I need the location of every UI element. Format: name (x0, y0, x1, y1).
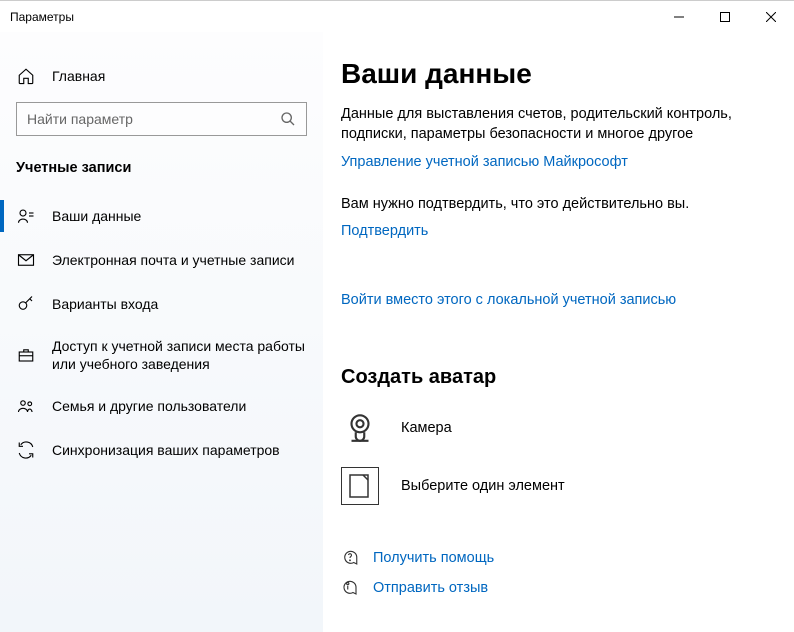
page-description: Данные для выставления счетов, родительс… (341, 104, 762, 145)
search-icon (280, 111, 296, 127)
feedback-icon (341, 579, 359, 597)
nav-label: Варианты входа (52, 295, 158, 313)
close-button[interactable] (748, 1, 794, 33)
nav-label: Синхронизация ваших параметров (52, 441, 280, 459)
nav-email-accounts[interactable]: Электронная почта и учетные записи (0, 238, 323, 282)
sidebar: Главная Учетные записи Ваши данные Элект… (0, 32, 323, 632)
search-box[interactable] (16, 102, 307, 136)
window-title: Параметры (10, 10, 74, 24)
home-nav[interactable]: Главная (0, 56, 323, 96)
browse-label: Выберите один элемент (401, 478, 565, 494)
nav-label: Семья и другие пользователи (52, 397, 246, 415)
minimize-icon (674, 12, 684, 22)
avatar-heading: Создать аватар (341, 366, 762, 389)
nav-signin-options[interactable]: Варианты входа (0, 282, 323, 326)
maximize-button[interactable] (702, 1, 748, 33)
camera-label: Камера (401, 420, 452, 436)
sync-icon (16, 440, 36, 460)
page-heading: Ваши данные (341, 58, 762, 90)
nav-label: Электронная почта и учетные записи (52, 251, 294, 269)
home-label: Главная (52, 68, 105, 84)
main-content: Ваши данные Данные для выставления счето… (323, 32, 794, 632)
manage-account-link[interactable]: Управление учетной записью Майкрософт (341, 154, 628, 170)
verify-text: Вам нужно подтвердить, что это действите… (341, 194, 762, 214)
key-icon (16, 294, 36, 314)
avatar-browse-option[interactable]: Выберите один элемент (341, 467, 762, 505)
help-link[interactable]: Получить помощь (341, 549, 762, 567)
section-header: Учетные записи (0, 148, 323, 188)
nav-sync[interactable]: Синхронизация ваших параметров (0, 428, 323, 472)
nav-work-access[interactable]: Доступ к учетной записи места работы или… (0, 326, 323, 384)
home-icon (16, 66, 36, 86)
verify-link[interactable]: Подтвердить (341, 223, 428, 239)
window-controls (656, 1, 794, 33)
titlebar: Параметры (0, 0, 794, 32)
nav-label: Доступ к учетной записи места работы или… (52, 337, 307, 373)
close-icon (766, 12, 776, 22)
user-icon (16, 206, 36, 226)
mail-icon (16, 250, 36, 270)
browse-icon (341, 467, 379, 505)
avatar-camera-option[interactable]: Камера (341, 409, 762, 447)
briefcase-icon (16, 345, 36, 365)
nav-your-info[interactable]: Ваши данные (0, 194, 323, 238)
feedback-link[interactable]: Отправить отзыв (341, 579, 762, 597)
feedback-label: Отправить отзыв (373, 580, 488, 596)
help-icon (341, 549, 359, 567)
help-label: Получить помощь (373, 550, 494, 566)
minimize-button[interactable] (656, 1, 702, 33)
search-input[interactable] (27, 111, 280, 127)
users-icon (16, 396, 36, 416)
camera-icon (341, 409, 379, 447)
maximize-icon (720, 12, 730, 22)
nav-list: Ваши данные Электронная почта и учетные … (0, 194, 323, 472)
nav-family[interactable]: Семья и другие пользователи (0, 384, 323, 428)
local-account-link[interactable]: Войти вместо этого с локальной учетной з… (341, 292, 676, 308)
nav-label: Ваши данные (52, 207, 141, 225)
footer-links: Получить помощь Отправить отзыв (341, 549, 762, 597)
